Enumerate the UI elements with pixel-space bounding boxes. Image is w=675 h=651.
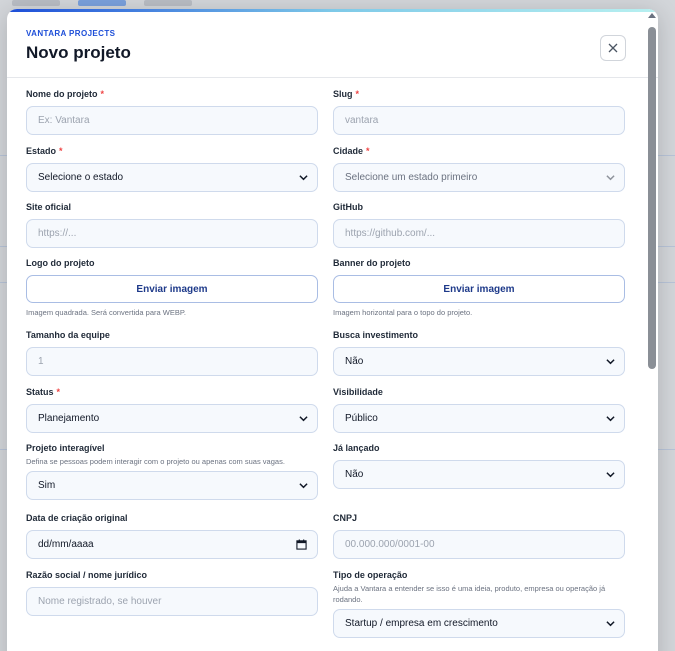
interagivel-select[interactable]: Sim bbox=[26, 471, 318, 500]
chevron-down-icon bbox=[299, 483, 308, 489]
operacao-label: Tipo de operação bbox=[333, 570, 408, 580]
investimento-label: Busca investimento bbox=[333, 330, 419, 340]
estado-select[interactable]: Selecione o estado bbox=[26, 163, 318, 192]
chevron-down-icon bbox=[299, 416, 308, 422]
github-input[interactable]: https://github.com/... bbox=[333, 219, 625, 248]
tamanho-label: Tamanho da equipe bbox=[26, 330, 110, 340]
field-investimento: Busca investimento Não bbox=[333, 328, 625, 376]
chevron-down-icon bbox=[606, 175, 615, 181]
data-criacao-value: dd/mm/aaaa bbox=[38, 539, 94, 550]
close-icon bbox=[608, 43, 618, 53]
status-select[interactable]: Planejamento bbox=[26, 404, 318, 433]
chevron-down-icon bbox=[606, 621, 615, 627]
field-razao: Razão social / nome jurídico Nome regist… bbox=[26, 568, 318, 616]
chevron-down-icon bbox=[606, 416, 615, 422]
logo-label: Logo do projeto bbox=[26, 258, 95, 268]
scrollbar[interactable] bbox=[645, 9, 659, 651]
field-visibilidade: Visibilidade Público bbox=[333, 385, 625, 433]
field-interagivel: Projeto interagível Defina se pessoas po… bbox=[26, 441, 318, 500]
site-input[interactable]: https://... bbox=[26, 219, 318, 248]
field-operacao: Tipo de operação Ajuda a Vantara a enten… bbox=[333, 568, 625, 638]
required-mark: * bbox=[56, 387, 61, 397]
investimento-value: Não bbox=[345, 356, 364, 367]
investimento-select[interactable]: Não bbox=[333, 347, 625, 376]
close-button[interactable] bbox=[600, 35, 626, 61]
razao-input[interactable]: Nome registrado, se houver bbox=[26, 587, 318, 616]
nome-input[interactable]: Ex: Vantara bbox=[26, 106, 318, 135]
background-tab bbox=[12, 0, 60, 6]
estado-value: Selecione o estado bbox=[38, 172, 124, 183]
interagivel-description: Defina se pessoas podem interagir com o … bbox=[26, 457, 285, 466]
nome-label: Nome do projeto bbox=[26, 89, 98, 99]
modal-title: Novo projeto bbox=[26, 43, 131, 62]
field-site: Site oficial https://... bbox=[26, 200, 318, 248]
interagivel-value: Sim bbox=[38, 480, 56, 491]
slug-input[interactable]: vantara bbox=[333, 106, 625, 135]
site-label: Site oficial bbox=[26, 202, 72, 212]
chevron-down-icon bbox=[299, 175, 308, 181]
background-tabs bbox=[0, 0, 675, 8]
slug-label: Slug bbox=[333, 89, 353, 99]
field-logo: Logo do projeto Enviar imagem Imagem qua… bbox=[26, 256, 318, 317]
lancado-select[interactable]: Não bbox=[333, 460, 625, 489]
lancado-value: Não bbox=[345, 469, 364, 480]
field-status: Status * Planejamento bbox=[26, 385, 318, 433]
cnpj-input[interactable]: 00.000.000/0001-00 bbox=[333, 530, 625, 559]
visibilidade-select[interactable]: Público bbox=[333, 404, 625, 433]
field-estado: Estado * Selecione o estado bbox=[26, 144, 318, 192]
operacao-description: Ajuda a Vantara a entender se isso é uma… bbox=[333, 584, 606, 604]
required-mark: * bbox=[366, 146, 370, 156]
logo-upload-button[interactable]: Enviar imagem bbox=[26, 275, 318, 303]
github-label: GitHub bbox=[333, 202, 363, 212]
field-slug: Slug * vantara bbox=[333, 87, 625, 135]
banner-label: Banner do projeto bbox=[333, 258, 411, 268]
required-mark: * bbox=[59, 146, 63, 156]
scroll-up-icon[interactable] bbox=[648, 13, 656, 18]
cidade-label: Cidade bbox=[333, 146, 364, 156]
cidade-select[interactable]: Selecione um estado primeiro bbox=[333, 163, 625, 192]
data-criacao-label: Data de criação original bbox=[26, 513, 128, 523]
data-criacao-input[interactable]: dd/mm/aaaa bbox=[26, 530, 318, 559]
lancado-label: Já lançado bbox=[333, 443, 380, 453]
calendar-icon[interactable] bbox=[296, 539, 307, 550]
razao-label: Razão social / nome jurídico bbox=[26, 570, 148, 580]
logo-hint: Imagem quadrada. Será convertida para WE… bbox=[26, 308, 186, 317]
new-project-modal: VANTARA PROJECTS Novo projeto Nome do pr… bbox=[7, 9, 658, 651]
background-tab bbox=[78, 0, 126, 6]
field-cidade: Cidade * Selecione um estado primeiro bbox=[333, 144, 625, 192]
status-value: Planejamento bbox=[38, 413, 100, 424]
scrollbar-thumb[interactable] bbox=[648, 27, 656, 369]
banner-upload-button[interactable]: Enviar imagem bbox=[333, 275, 625, 303]
banner-hint: Imagem horizontal para o topo do projeto… bbox=[333, 308, 473, 317]
operacao-value: Startup / empresa em crescimento bbox=[345, 618, 498, 629]
field-nome: Nome do projeto * Ex: Vantara bbox=[26, 87, 318, 135]
cnpj-label: CNPJ bbox=[333, 513, 358, 523]
visibilidade-value: Público bbox=[345, 413, 378, 424]
modal-header: VANTARA PROJECTS Novo projeto bbox=[7, 12, 658, 78]
estado-label: Estado bbox=[26, 146, 57, 156]
interagivel-label: Projeto interagível bbox=[26, 443, 105, 453]
visibilidade-label: Visibilidade bbox=[333, 387, 383, 397]
chevron-down-icon bbox=[606, 359, 615, 365]
modal-eyebrow: VANTARA PROJECTS bbox=[26, 29, 116, 38]
chevron-down-icon bbox=[606, 472, 615, 478]
required-mark: * bbox=[355, 89, 360, 99]
field-cnpj: CNPJ 00.000.000/0001-00 bbox=[333, 511, 625, 559]
field-lancado: Já lançado Não bbox=[333, 441, 625, 489]
field-data-criacao: Data de criação original dd/mm/aaaa bbox=[26, 511, 318, 559]
field-github: GitHub https://github.com/... bbox=[333, 200, 625, 248]
status-label: Status bbox=[26, 387, 54, 397]
cidade-value: Selecione um estado primeiro bbox=[345, 172, 478, 183]
tamanho-input[interactable]: 1 bbox=[26, 347, 318, 376]
operacao-select[interactable]: Startup / empresa em crescimento bbox=[333, 609, 625, 638]
required-mark: * bbox=[100, 89, 105, 99]
field-tamanho: Tamanho da equipe 1 bbox=[26, 328, 318, 376]
field-banner: Banner do projeto Enviar imagem Imagem h… bbox=[333, 256, 625, 317]
background-tab bbox=[144, 0, 192, 6]
